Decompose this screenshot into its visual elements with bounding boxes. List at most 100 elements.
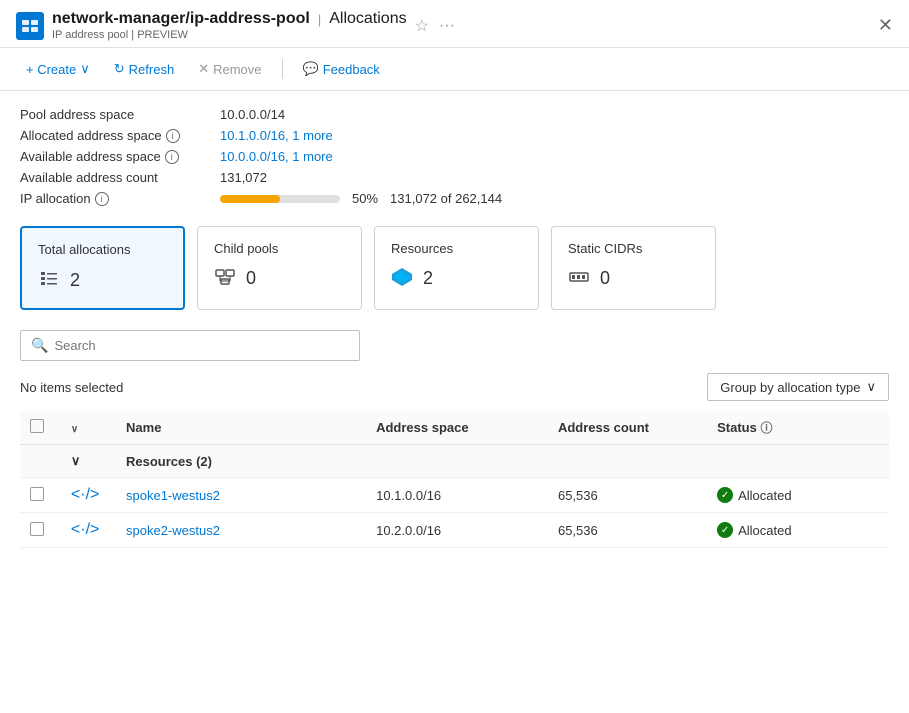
card-child-value: 0 [214, 266, 345, 291]
static-icon [568, 266, 590, 291]
group-chevron-icon: ∨ [71, 453, 81, 468]
table-header: ∨ Name Address space Address count Statu… [20, 411, 889, 445]
resource-icon [391, 266, 413, 291]
group-label: Resources (2) [116, 445, 889, 478]
available-address-space-label: Available address space i [20, 149, 220, 164]
row2-checkbox[interactable] [30, 522, 44, 536]
toolbar: + Create ∨ ↻ Refresh ✕ Remove 💬 Feedback [0, 48, 909, 91]
remove-label: Remove [213, 62, 261, 77]
card-total-num: 2 [70, 270, 80, 291]
refresh-button[interactable]: ↻ Refresh [104, 56, 184, 82]
favorite-icon[interactable]: ☆ [415, 16, 429, 36]
row2-status: Allocated [707, 513, 889, 548]
row2-status-dot [717, 522, 733, 538]
th-status: Status ⓘ [707, 411, 889, 445]
row1-status: Allocated [707, 478, 889, 513]
expand-all-icon[interactable]: ∨ [71, 424, 78, 435]
group-by-chevron-icon: ∨ [866, 379, 876, 395]
row2-name-link[interactable]: spoke2-westus2 [126, 523, 220, 538]
card-static-num: 0 [600, 268, 610, 289]
create-chevron-icon: ∨ [80, 61, 90, 77]
table-row: <·/> spoke2-westus2 10.2.0.0/16 65,536 A… [20, 513, 889, 548]
row1-check [20, 478, 61, 513]
row2-check [20, 513, 61, 548]
refresh-label: Refresh [129, 62, 175, 77]
pool-address-space-label: Pool address space [20, 107, 220, 122]
card-static-cidrs[interactable]: Static CIDRs 0 [551, 226, 716, 310]
feedback-label: Feedback [323, 62, 380, 77]
allocated-info-icon[interactable]: i [166, 129, 180, 143]
row1-status-dot [717, 487, 733, 503]
no-items-label: No items selected [20, 380, 123, 395]
group-row-resources: ∨ Resources (2) [20, 445, 889, 478]
available-address-count-value: 131,072 [220, 170, 889, 185]
row1-name-link[interactable]: spoke1-westus2 [126, 488, 220, 503]
subtitle: IP address pool | PREVIEW [52, 29, 407, 41]
child-pool-icon [214, 266, 236, 291]
group-by-button[interactable]: Group by allocation type ∨ [707, 373, 889, 401]
search-input[interactable] [54, 338, 349, 353]
th-address-count: Address count [548, 411, 707, 445]
row1-address-space: 10.1.0.0/16 [366, 478, 548, 513]
group-by-label: Group by allocation type [720, 380, 860, 395]
card-total-title: Total allocations [38, 242, 167, 257]
allocated-address-space-value[interactable]: 10.1.0.0/16, 1 more [220, 128, 889, 143]
available-address-count-label: Available address count [20, 170, 220, 185]
refresh-icon: ↻ [114, 61, 125, 77]
card-resources-num: 2 [423, 268, 433, 289]
card-total-value: 2 [38, 267, 167, 294]
card-resources[interactable]: Resources 2 [374, 226, 539, 310]
table-body: ∨ Resources (2) <·/> spoke1-westus2 10.1… [20, 445, 889, 548]
available-address-space-value[interactable]: 10.0.0.0/16, 1 more [220, 149, 889, 164]
resource-type-icon-1: <·/> [71, 486, 99, 503]
more-options-icon[interactable]: ··· [439, 17, 455, 35]
create-button[interactable]: + Create ∨ [16, 56, 100, 82]
th-check [20, 411, 61, 445]
card-resources-value: 2 [391, 266, 522, 291]
card-resources-title: Resources [391, 241, 522, 256]
search-input-wrap: 🔍 [20, 330, 360, 361]
ip-allocation-info-icon[interactable]: i [95, 192, 109, 206]
search-bar-row: 🔍 [20, 330, 889, 361]
list-icon [38, 267, 60, 294]
row2-expand: <·/> [61, 513, 116, 548]
progress-percent: 50% [352, 191, 378, 206]
group-check [20, 445, 61, 478]
card-child-pools[interactable]: Child pools 0 [197, 226, 362, 310]
group-expand-icon[interactable]: ∨ [61, 445, 116, 478]
title-pipe: | [318, 12, 321, 27]
row1-expand: <·/> [61, 478, 116, 513]
row1-status-badge: Allocated [717, 487, 879, 503]
list-header: No items selected Group by allocation ty… [20, 373, 889, 401]
resource-type-icon-2: <·/> [71, 521, 99, 538]
title-icons: ☆ ··· [415, 16, 455, 36]
progress-bar-bg [220, 195, 340, 203]
row2-status-badge: Allocated [717, 522, 879, 538]
select-all-checkbox[interactable] [30, 419, 44, 433]
remove-icon: ✕ [198, 61, 209, 77]
pool-address-space-value: 10.0.0.0/14 [220, 107, 889, 122]
row2-address-space: 10.2.0.0/16 [366, 513, 548, 548]
remove-button[interactable]: ✕ Remove [188, 56, 271, 82]
app-icon [16, 12, 44, 40]
title-bar: network-manager/ip-address-pool | Alloca… [0, 0, 909, 48]
search-icon: 🔍 [31, 337, 48, 354]
available-space-info-icon[interactable]: i [165, 150, 179, 164]
info-grid: Pool address space 10.0.0.0/14 Allocated… [20, 107, 889, 206]
card-child-title: Child pools [214, 241, 345, 256]
cards-row: Total allocations 2 Child pools 0 Resour… [20, 226, 889, 310]
card-static-title: Static CIDRs [568, 241, 699, 256]
close-icon[interactable]: ✕ [878, 15, 893, 36]
toolbar-divider [282, 59, 283, 79]
status-info-icon[interactable]: ⓘ [760, 421, 772, 435]
row1-name: spoke1-westus2 [116, 478, 366, 513]
row2-address-count: 65,536 [548, 513, 707, 548]
progress-bar-fill [220, 195, 280, 203]
th-name: Name [116, 411, 366, 445]
card-total-allocations[interactable]: Total allocations 2 [20, 226, 185, 310]
feedback-button[interactable]: 💬 Feedback [293, 56, 390, 82]
row1-checkbox[interactable] [30, 487, 44, 501]
allocations-table: ∨ Name Address space Address count Statu… [20, 411, 889, 548]
table-row: <·/> spoke1-westus2 10.1.0.0/16 65,536 A… [20, 478, 889, 513]
ip-allocation-label: IP allocation i [20, 191, 220, 206]
